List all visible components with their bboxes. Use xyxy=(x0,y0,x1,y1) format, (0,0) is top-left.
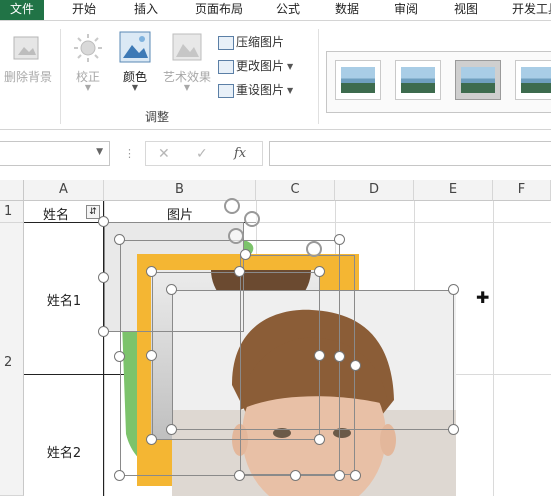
resize-handle[interactable] xyxy=(146,266,157,277)
tab-insert[interactable]: 插入 xyxy=(122,0,170,20)
rotate-handle-icon[interactable] xyxy=(306,241,322,257)
resize-handle[interactable] xyxy=(114,470,125,481)
reset-picture-button[interactable]: 重设图片 ▼ xyxy=(218,81,293,99)
resize-handle[interactable] xyxy=(334,234,345,245)
rotate-handle-icon[interactable] xyxy=(224,198,240,214)
chevron-down-icon: ▼ xyxy=(131,83,139,92)
resize-handle[interactable] xyxy=(114,234,125,245)
cell-a2[interactable]: 姓名1 xyxy=(24,290,104,309)
chevron-down-icon: ▼ xyxy=(183,83,191,92)
chevron-down-icon: ▼ xyxy=(287,86,294,95)
move-cursor-icon: ✚ xyxy=(476,288,490,307)
change-picture-button[interactable]: 更改图片 ▼ xyxy=(218,57,293,75)
tab-review[interactable]: 审阅 xyxy=(384,0,428,20)
corrections-button[interactable]: 校正 ▼ xyxy=(66,31,110,101)
remove-background-button[interactable]: 删除背景 xyxy=(0,31,56,91)
resize-handle[interactable] xyxy=(240,249,251,260)
picture-styles-gallery xyxy=(326,51,551,113)
rotate-handle-icon[interactable] xyxy=(228,228,244,244)
cell-a1[interactable]: 姓名 xyxy=(24,204,88,223)
resize-handle[interactable] xyxy=(98,216,109,227)
insert-function-icon[interactable]: fx xyxy=(234,146,246,161)
resize-handle[interactable] xyxy=(448,424,459,435)
resize-handle[interactable] xyxy=(234,470,245,481)
sun-icon xyxy=(74,34,102,62)
resize-handle[interactable] xyxy=(314,266,325,277)
resize-handle[interactable] xyxy=(334,470,345,481)
tab-formulas[interactable]: 公式 xyxy=(266,0,310,20)
tab-file[interactable]: 文件 xyxy=(0,0,44,20)
cancel-icon[interactable]: ✕ xyxy=(158,146,170,162)
column-header-e[interactable]: E xyxy=(414,180,493,201)
name-box[interactable]: ▼ xyxy=(0,141,110,166)
remove-background-icon xyxy=(13,36,39,60)
resize-handle[interactable] xyxy=(290,470,301,481)
formula-bar: ▼ ⋮ ✕ ✓ fx xyxy=(0,138,551,172)
resize-handle[interactable] xyxy=(314,434,325,445)
selection-outline xyxy=(240,255,355,475)
compress-icon xyxy=(218,35,234,50)
ribbon-tabs: 文件 开始 插入 页面布局 公式 数据 审阅 视图 开发工具 xyxy=(0,0,551,20)
enter-icon[interactable]: ✓ xyxy=(196,146,208,162)
ribbon-picture-format: 删除背景 校正 ▼ 颜色 ▼ 艺术效果 ▼ 压缩图片 更改图片 ▼ 重设图片 ▼… xyxy=(0,20,551,130)
resize-handle[interactable] xyxy=(350,360,361,371)
reset-picture-icon xyxy=(218,83,234,98)
resize-handle[interactable] xyxy=(146,350,157,361)
resize-handle[interactable] xyxy=(234,266,245,277)
group-label-adjust: 调整 xyxy=(144,110,169,124)
rotate-handle-icon[interactable] xyxy=(244,211,260,227)
picture-style-thumb[interactable] xyxy=(395,60,441,100)
resize-handle[interactable] xyxy=(98,326,109,337)
select-all-corner[interactable] xyxy=(0,180,24,201)
ribbon-separator xyxy=(318,29,319,124)
resize-handle[interactable] xyxy=(448,284,459,295)
row-header-1[interactable]: 1 xyxy=(0,201,24,223)
cell-b1[interactable]: 图片 xyxy=(130,204,230,223)
artistic-effects-icon xyxy=(172,33,202,61)
artistic-effects-button[interactable]: 艺术效果 ▼ xyxy=(158,31,216,101)
tab-developer[interactable]: 开发工具 xyxy=(504,0,551,20)
resize-handle[interactable] xyxy=(114,351,125,362)
chevron-down-icon: ▼ xyxy=(287,62,294,71)
resize-handle[interactable] xyxy=(166,424,177,435)
row-header-2[interactable]: 2 xyxy=(0,223,24,496)
resize-handle[interactable] xyxy=(166,284,177,295)
picture-style-thumb[interactable] xyxy=(335,60,381,100)
table-border xyxy=(24,374,124,375)
formula-input[interactable] xyxy=(269,141,551,166)
resize-handle[interactable] xyxy=(314,350,325,361)
column-header-f[interactable]: F xyxy=(493,180,551,201)
grid-line xyxy=(493,201,494,496)
chevron-down-icon: ▼ xyxy=(96,147,103,157)
picture-style-thumb[interactable] xyxy=(515,60,551,100)
column-header-d[interactable]: D xyxy=(335,180,414,201)
tab-home[interactable]: 开始 xyxy=(60,0,108,20)
resize-handle[interactable] xyxy=(350,470,361,481)
color-button[interactable]: 颜色 ▼ xyxy=(113,31,157,101)
tab-view[interactable]: 视图 xyxy=(444,0,488,20)
cell-a3[interactable]: 姓名2 xyxy=(24,442,104,461)
column-header-a[interactable]: A xyxy=(24,180,104,201)
change-picture-icon xyxy=(218,59,234,74)
column-header-c[interactable]: C xyxy=(256,180,335,201)
excel-window: 文件 开始 插入 页面布局 公式 数据 审阅 视图 开发工具 删除背景 校正 ▼ xyxy=(0,0,551,496)
tab-data[interactable]: 数据 xyxy=(325,0,369,20)
compress-pictures-button[interactable]: 压缩图片 xyxy=(218,33,284,51)
filter-dropdown-icon[interactable]: ⇵ xyxy=(86,205,100,219)
chevron-down-icon: ▼ xyxy=(84,83,92,92)
picture-style-thumb-selected[interactable] xyxy=(455,60,501,100)
color-picture-icon xyxy=(119,31,151,63)
formula-buttons: ✕ ✓ fx xyxy=(145,141,263,166)
resize-handle[interactable] xyxy=(146,434,157,445)
resize-handle[interactable] xyxy=(98,272,109,283)
tab-page-layout[interactable]: 页面布局 xyxy=(183,0,255,20)
ribbon-separator xyxy=(60,29,61,124)
resize-handle[interactable] xyxy=(334,351,345,362)
formula-bar-separator: ⋮ xyxy=(124,147,135,160)
